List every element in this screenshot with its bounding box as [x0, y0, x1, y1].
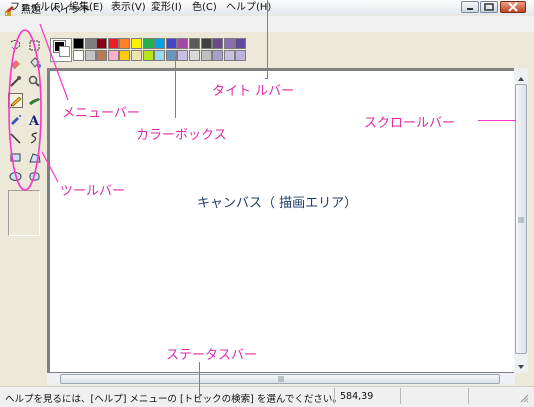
annotation-scroll-bar: スクロールバー — [364, 116, 456, 131]
annotation-tool-bar: ツールバー — [60, 184, 126, 199]
annotation-title-bar: タイト ルバー — [212, 84, 295, 99]
annotation-menu-bar: メニューバー — [62, 106, 140, 121]
annotation-color-box: カラーボックス — [136, 128, 227, 143]
annotation-status-bar: ステータスバー — [166, 348, 258, 363]
annotation-canvas: キャンバス（ 描画エリア） — [197, 196, 358, 211]
